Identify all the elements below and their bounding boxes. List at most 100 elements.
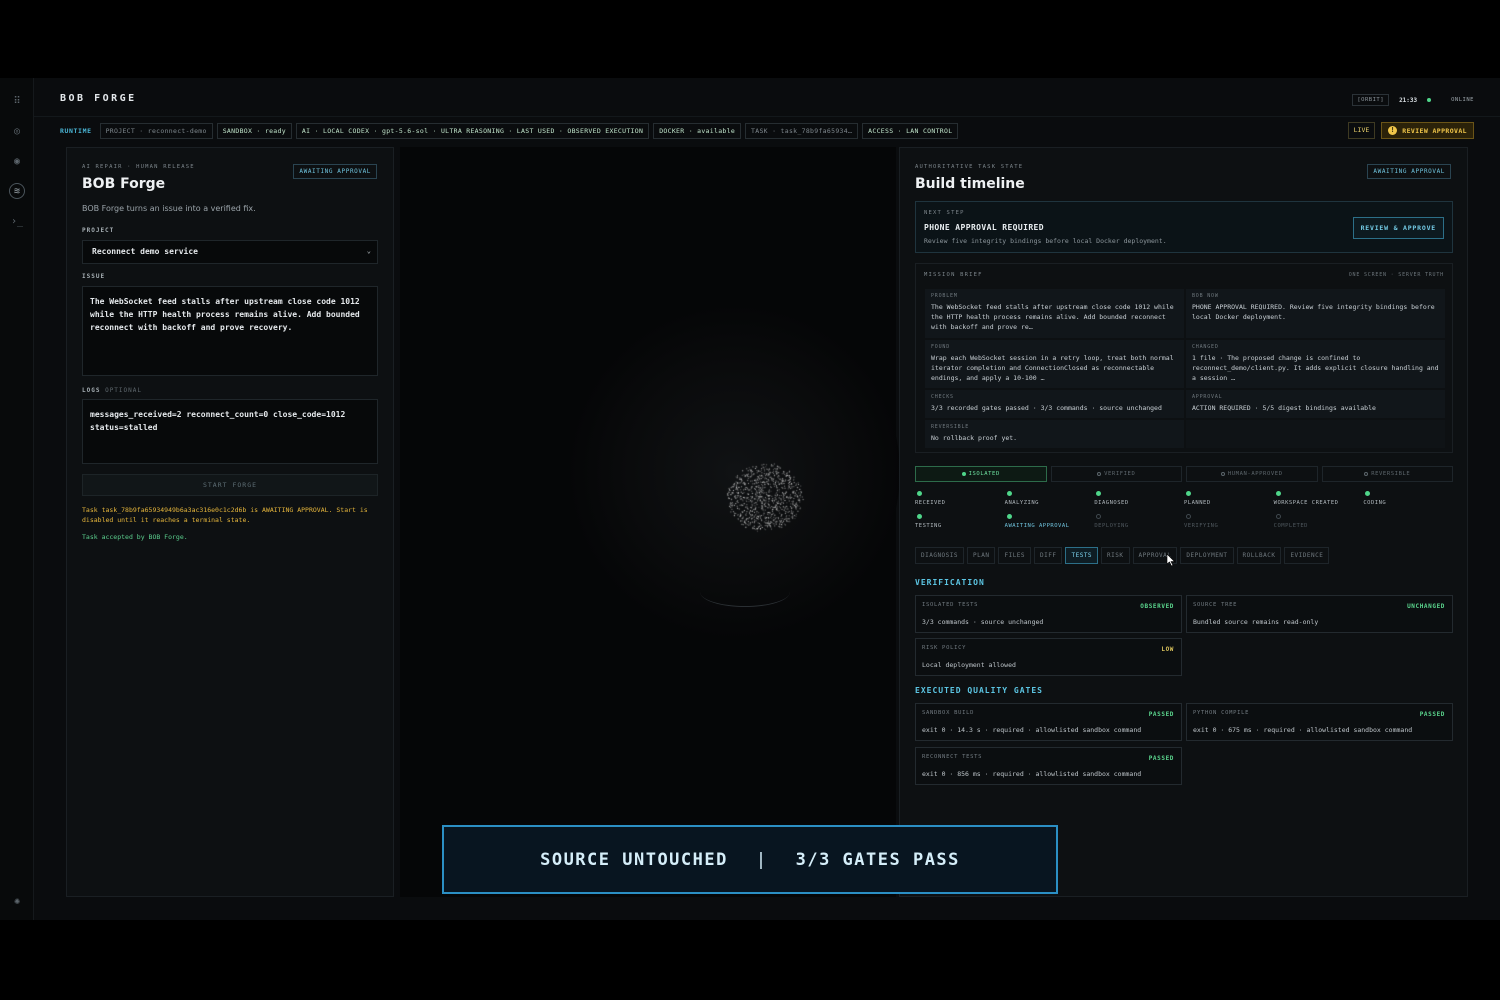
- result-banner: SOURCE UNTOUCHED | 3/3 GATES PASS: [442, 825, 1058, 894]
- project-select-value: Reconnect demo service: [92, 247, 198, 256]
- mission-brief: MISSION BRIEF ONE SCREEN · SERVER TRUTH …: [915, 263, 1453, 453]
- stage-dot-icon: [1220, 471, 1225, 476]
- banner-separator: |: [755, 849, 768, 870]
- step-dot-icon: [917, 491, 922, 496]
- terminal-icon[interactable]: ›_: [9, 214, 25, 230]
- forge-title: BOB Forge: [82, 176, 166, 192]
- review-approval-button[interactable]: ! REVIEW APPROVAL: [1381, 122, 1474, 139]
- step-label: RECEIVED: [915, 500, 946, 506]
- card-label: SANDBOX BUILD: [922, 710, 975, 716]
- step-dot-icon: [1275, 514, 1281, 519]
- logs-textarea[interactable]: messages_received=2 reconnect_count=0 cl…: [82, 399, 378, 464]
- mission-cell-found: FOUND Wrap each WebSocket session in a r…: [924, 339, 1185, 389]
- side-rail: ⠿ ◎ ◉ ≋ ›_ ✺: [0, 78, 34, 920]
- assurance-stages: ISOLATED VERIFIED HUMAN-APPROVED REVERSI…: [915, 466, 1453, 482]
- eye-icon[interactable]: ◉: [9, 154, 25, 170]
- step-analyzing: ANALYZING: [1005, 491, 1095, 506]
- timeline-eyebrow: AUTHORITATIVE TASK STATE: [915, 164, 1024, 170]
- step-dot-icon: [1365, 491, 1371, 496]
- project-label: PROJECT: [82, 227, 115, 234]
- card-status: PASSED: [1148, 755, 1174, 762]
- verification-card: ISOLATED TESTS OBSERVED 3/3 commands · s…: [915, 595, 1182, 633]
- mission-cell-problem: PROBLEM The WebSocket feed stalls after …: [924, 288, 1185, 339]
- project-select[interactable]: Reconnect demo service ⌄: [82, 240, 378, 264]
- gates-heading: EXECUTED QUALITY GATES: [915, 686, 1043, 695]
- task-warning: Task task_78b9fa65934949b6a3ac316e0c1c2d…: [82, 506, 368, 524]
- mission-eyebrow: MISSION BRIEF: [924, 272, 983, 278]
- chip-project[interactable]: PROJECT · reconnect-demo: [99, 123, 213, 139]
- tab-rollback[interactable]: ROLLBACK: [1236, 547, 1282, 564]
- header-actions: LIVE ! REVIEW APPROVAL: [1347, 122, 1474, 139]
- card-label: RECONNECT TESTS: [922, 754, 983, 760]
- step-label: DIAGNOSED: [1094, 500, 1129, 506]
- live-chip[interactable]: LIVE: [1347, 122, 1376, 139]
- chevron-down-icon: ⌄: [366, 247, 371, 255]
- clock: 21:33: [1399, 96, 1418, 104]
- chip-sandbox[interactable]: SANDBOX · ready: [216, 123, 292, 139]
- gate-card: RECONNECT TESTS PASSED exit 0 · 856 ms ·…: [915, 747, 1182, 785]
- card-text: Local deployment allowed: [922, 661, 1016, 669]
- task-accepted: Task accepted by BOB Forge.: [82, 533, 188, 541]
- mission-cell-text: PHONE APPROVAL REQUIRED. Review five int…: [1192, 303, 1435, 321]
- card-text: exit 0 · 675 ms · required · allowlisted…: [1193, 726, 1413, 734]
- card-text: 3/3 commands · source unchanged: [922, 618, 1044, 626]
- mission-cell-label: BOB NOW: [1192, 293, 1219, 299]
- verification-card: RISK POLICY LOW Local deployment allowed: [915, 638, 1182, 676]
- step-verifying: VERIFYING: [1184, 514, 1274, 529]
- card-text: exit 0 · 14.3 s · required · allowlisted…: [922, 726, 1142, 734]
- tab-deployment[interactable]: DEPLOYMENT: [1180, 547, 1234, 564]
- tab-risk[interactable]: RISK: [1101, 547, 1130, 564]
- layers-icon[interactable]: ≋: [9, 183, 25, 199]
- step-deploying: DEPLOYING: [1094, 514, 1184, 529]
- mission-cell-label: CHECKS: [931, 394, 954, 400]
- online-status: ONLINE: [1451, 97, 1474, 103]
- card-text: exit 0 · 856 ms · required · allowlisted…: [922, 770, 1142, 778]
- step-dot-icon: [1185, 514, 1191, 519]
- pipeline-progress: RECEIVED ANALYZING DIAGNOSED PLANNED WOR…: [915, 491, 1453, 529]
- step-diagnosed: DIAGNOSED: [1094, 491, 1184, 506]
- tab-files[interactable]: FILES: [998, 547, 1032, 564]
- card-status: UNCHANGED: [1407, 603, 1445, 610]
- tab-plan[interactable]: PLAN: [967, 547, 996, 564]
- stage-reversible: REVERSIBLE: [1321, 466, 1453, 482]
- review-approve-button[interactable]: REVIEW & APPROVE: [1352, 217, 1444, 239]
- mouse-cursor-icon: [1166, 553, 1176, 567]
- step-dot-icon: [1275, 491, 1281, 496]
- gate-card: SANDBOX BUILD PASSED exit 0 · 14.3 s · r…: [915, 703, 1182, 741]
- chip-docker[interactable]: DOCKER · available: [653, 123, 742, 139]
- detail-tabs: DIAGNOSIS PLAN FILES DIFF TESTS RISK APP…: [915, 547, 1330, 564]
- stage-label: REVERSIBLE: [1371, 471, 1411, 477]
- orbit-arc: [700, 577, 790, 607]
- tab-diff[interactable]: DIFF: [1034, 547, 1063, 564]
- step-label: DEPLOYING: [1094, 523, 1129, 529]
- banner-right: 3/3 GATES PASS: [795, 849, 960, 870]
- chip-access[interactable]: ACCESS · LAN CONTROL: [862, 123, 959, 139]
- step-completed: COMPLETED: [1274, 514, 1364, 529]
- runtime-label: RUNTIME: [60, 127, 92, 135]
- card-text: Bundled source remains read-only: [1193, 618, 1319, 626]
- tab-diagnosis[interactable]: DIAGNOSIS: [915, 547, 965, 564]
- status-badge: AWAITING APPROVAL: [1367, 164, 1451, 179]
- mission-cell-label: REVERSIBLE: [931, 424, 970, 430]
- issue-textarea[interactable]: The WebSocket feed stalls after upstream…: [82, 286, 378, 376]
- step-planned: PLANNED: [1184, 491, 1274, 506]
- start-forge-button[interactable]: START FORGE: [82, 474, 378, 496]
- tab-tests[interactable]: TESTS: [1065, 547, 1099, 564]
- chip-ai[interactable]: AI · LOCAL CODEX · gpt-5.6-sol · ULTRA R…: [295, 123, 650, 139]
- settings-icon[interactable]: ✺: [9, 894, 25, 910]
- forge-subtitle: BOB Forge turns an issue into a verified…: [82, 204, 256, 213]
- chip-task[interactable]: TASK · task_78b9fa65934…: [745, 123, 859, 139]
- tab-evidence[interactable]: EVIDENCE: [1284, 547, 1330, 564]
- step-coding: CODING: [1363, 491, 1453, 506]
- mission-cell-label: CHANGED: [1192, 344, 1219, 350]
- card-label: SOURCE TREE: [1193, 602, 1238, 608]
- target-icon[interactable]: ◎: [9, 124, 25, 140]
- step-label: WORKSPACE CREATED: [1273, 500, 1339, 506]
- step-dot-icon: [1006, 491, 1012, 496]
- warning-icon: !: [1388, 126, 1398, 135]
- step-label: TESTING: [915, 523, 942, 529]
- orbit-badge[interactable]: [ORBIT]: [1352, 94, 1390, 106]
- grid-icon[interactable]: ⠿: [9, 94, 25, 110]
- mission-cell-label: FOUND: [931, 344, 951, 350]
- card-label: ISOLATED TESTS: [922, 602, 979, 608]
